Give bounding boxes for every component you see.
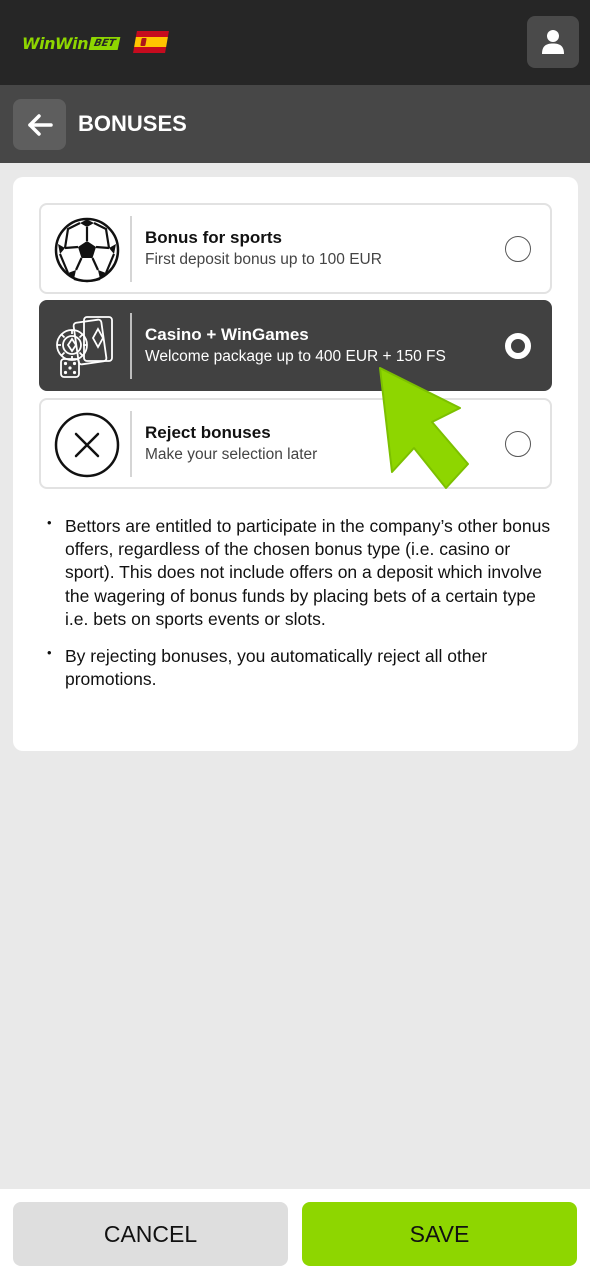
note-text: By rejecting bonuses, you automatically … <box>65 646 488 690</box>
logo-badge: BET <box>88 36 121 50</box>
profile-button[interactable] <box>527 16 579 68</box>
pointer-arrow-icon <box>379 367 469 489</box>
note-text: Bettors are entitled to participate in t… <box>65 516 551 629</box>
arrow-left-icon <box>27 113 53 136</box>
footer-bar: CANCEL SAVE <box>0 1189 590 1280</box>
back-button[interactable] <box>13 99 66 150</box>
page-title: BONUSES <box>78 111 187 136</box>
note-item: • Bettors are entitled to participate in… <box>39 515 559 631</box>
bonus-notes: • Bettors are entitled to participate in… <box>39 515 559 691</box>
option-title: Bonus for sports <box>145 228 282 247</box>
logo-text: WinWin <box>22 33 89 53</box>
bullet-icon: • <box>47 515 52 530</box>
soccer-ball-icon <box>53 216 121 284</box>
casino-chip-cards-dice-icon <box>53 313 121 381</box>
radio-casino[interactable] <box>505 333 531 359</box>
option-title: Reject bonuses <box>145 423 271 442</box>
winwin-logo[interactable]: WinWin BET <box>22 33 121 53</box>
option-subtitle: First deposit bonus up to 100 EUR <box>145 251 382 268</box>
option-title: Casino + WinGames <box>145 325 309 344</box>
radio-sports[interactable] <box>505 236 531 262</box>
save-button[interactable]: SAVE <box>302 1202 577 1266</box>
user-icon <box>542 30 564 54</box>
top-bar: WinWin BET <box>0 0 590 85</box>
option-subtitle: Make your selection later <box>145 446 318 463</box>
cancel-button[interactable]: CANCEL <box>13 1202 288 1266</box>
spain-flag-icon[interactable] <box>133 31 169 53</box>
bonus-selection-card: Bonus for sports First deposit bonus up … <box>13 177 578 751</box>
bullet-icon: • <box>47 645 52 661</box>
close-circle-icon <box>53 411 121 479</box>
page-header: BONUSES <box>0 85 590 163</box>
note-item: • By rejecting bonuses, you automaticall… <box>39 645 559 691</box>
bonus-option-sports[interactable]: Bonus for sports First deposit bonus up … <box>39 203 552 294</box>
radio-reject[interactable] <box>505 431 531 457</box>
